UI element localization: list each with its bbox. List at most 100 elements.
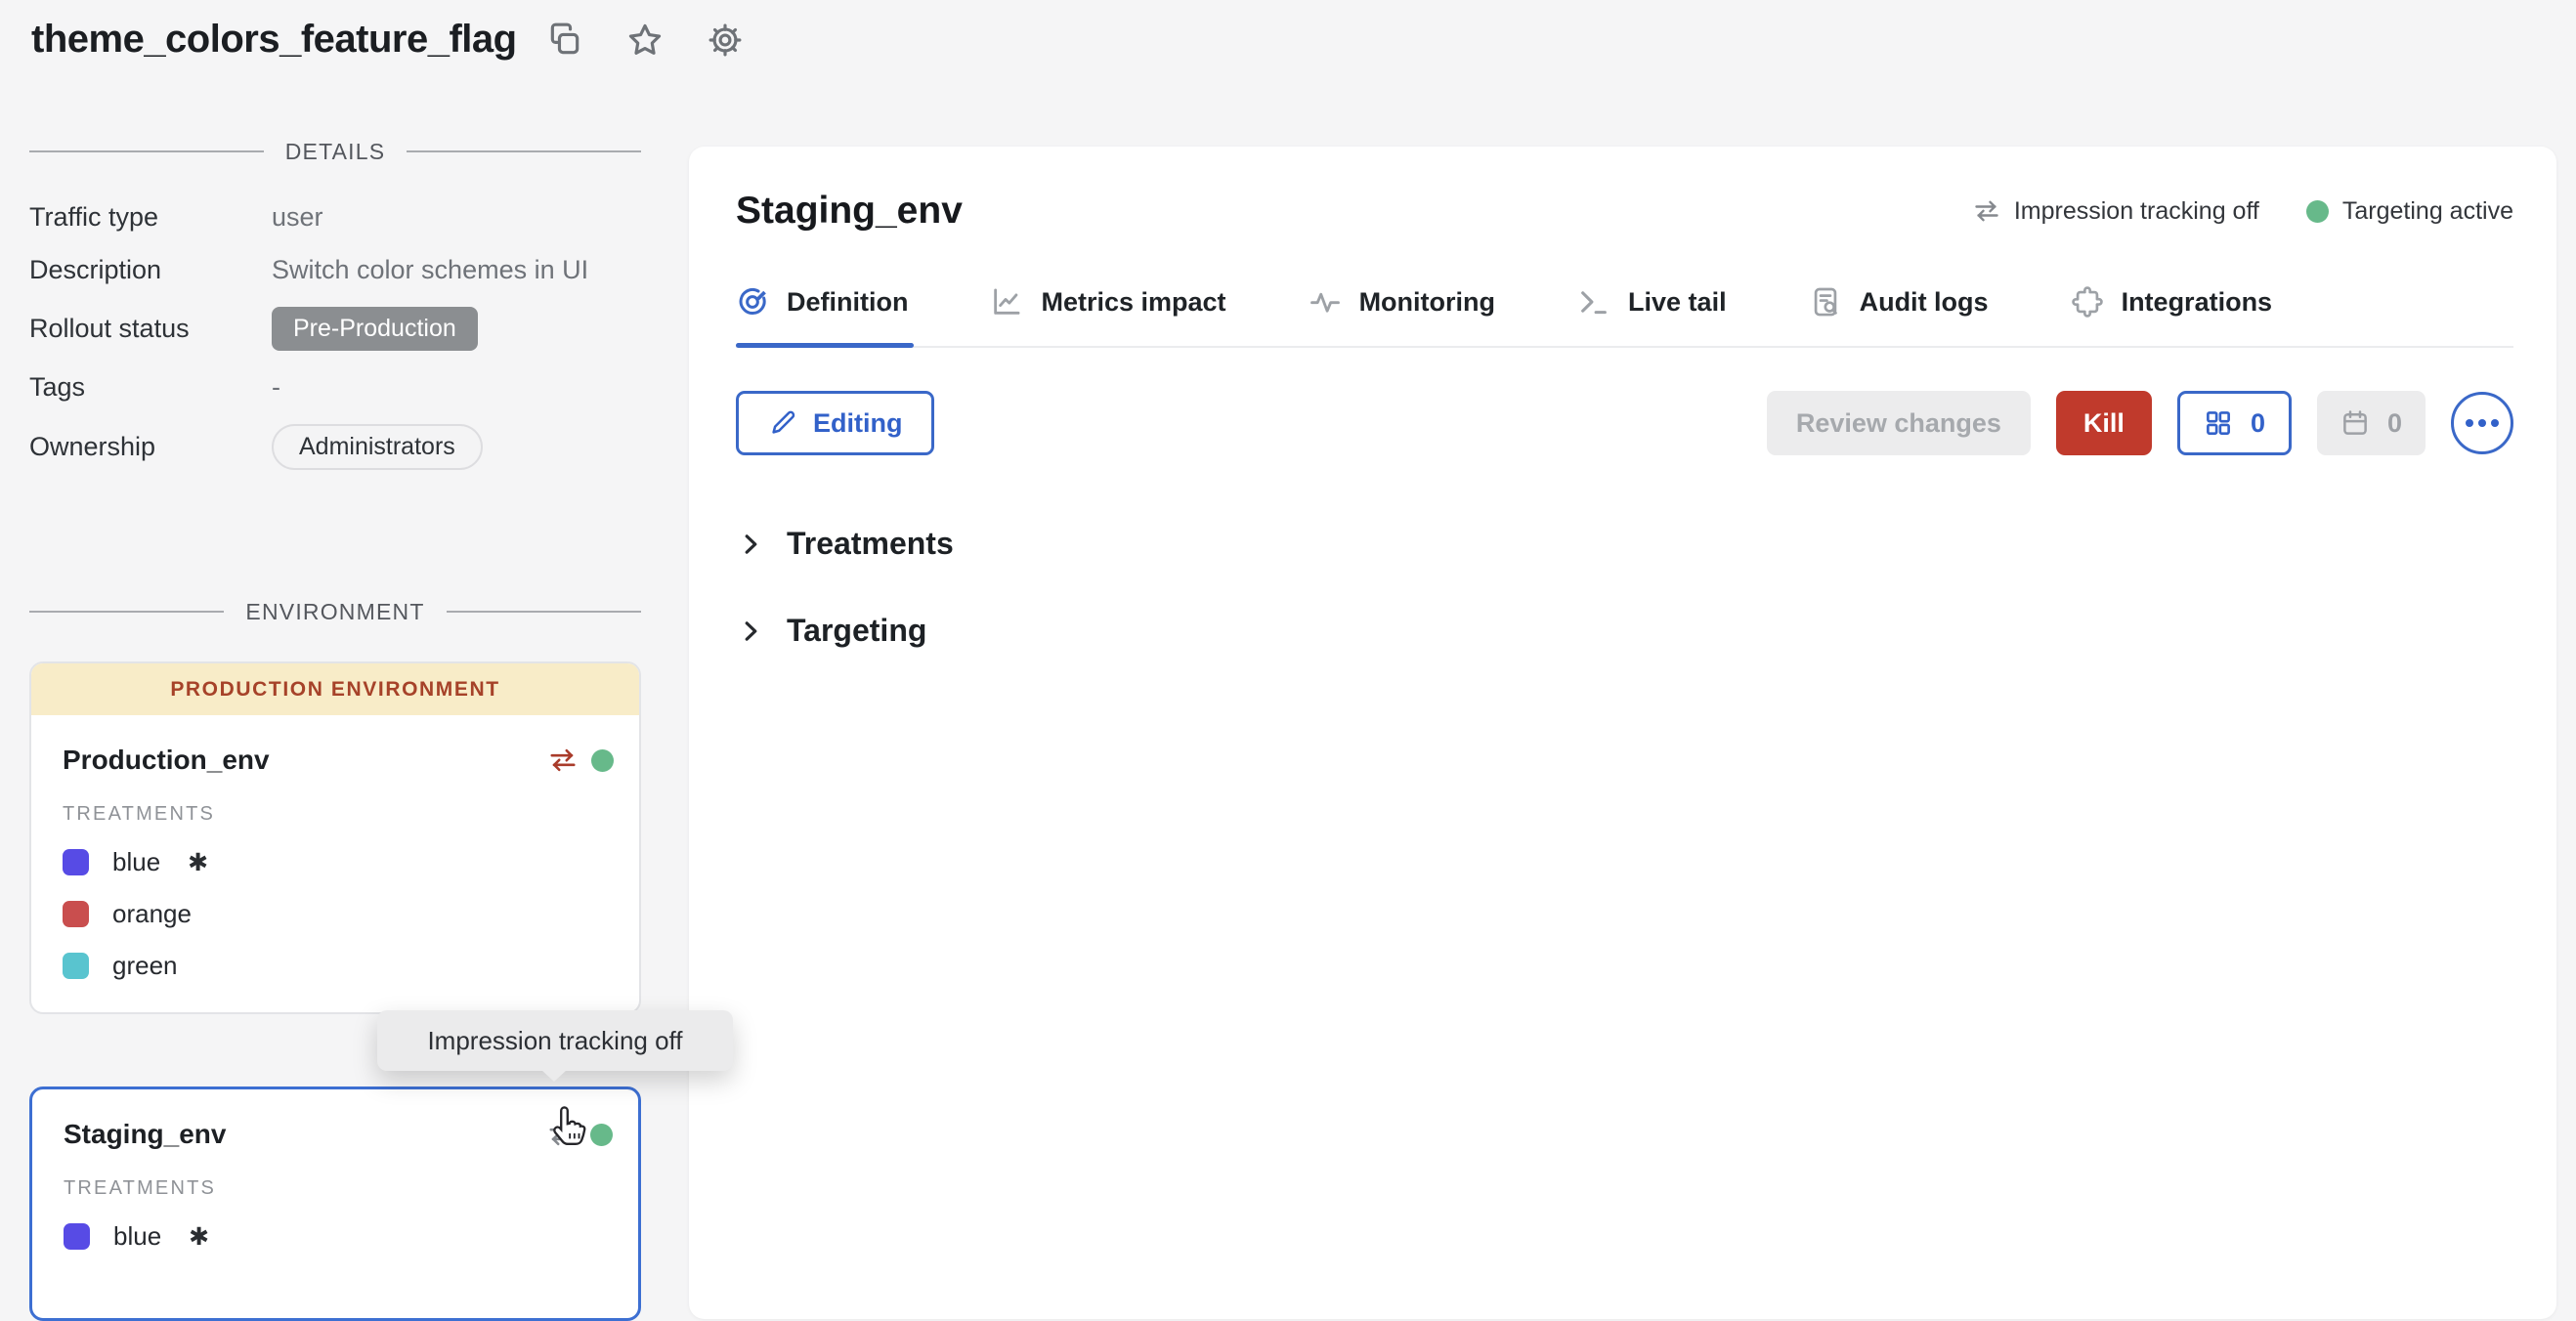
section-label: Targeting xyxy=(787,613,926,649)
targeting-status: Targeting active xyxy=(2306,197,2513,226)
pencil-icon xyxy=(768,408,797,438)
tab-label: Definition xyxy=(787,287,908,318)
detail-value: user xyxy=(272,202,323,233)
chart-icon xyxy=(990,285,1023,319)
impression-status-label: Impression tracking off xyxy=(2014,197,2259,226)
detail-value: - xyxy=(272,372,280,403)
detail-row-rollout-status: Rollout status Pre-Production xyxy=(29,307,641,351)
tab-label: Integrations xyxy=(2122,287,2273,318)
page-header: theme_colors_feature_flag xyxy=(31,18,744,62)
ownership-pill[interactable]: Administrators xyxy=(272,424,483,470)
editing-button[interactable]: Editing xyxy=(736,391,934,455)
tooltip-impression-tracking: Impression tracking off xyxy=(377,1010,733,1071)
document-search-icon xyxy=(1809,285,1842,319)
impression-tracking-status: Impression tracking off xyxy=(1973,197,2259,226)
rollout-status-badge: Pre-Production xyxy=(272,307,478,351)
environment-name: Staging_env xyxy=(64,1119,547,1150)
production-environment-banner: PRODUCTION ENVIRONMENT xyxy=(31,663,639,715)
rules-count-value: 0 xyxy=(2251,408,2265,439)
detail-label: Traffic type xyxy=(29,202,272,233)
review-changes-label: Review changes xyxy=(1796,408,2001,439)
section-treatments[interactable]: Treatments xyxy=(736,526,2513,562)
tab-integrations[interactable]: Integrations xyxy=(2071,285,2273,346)
treatment-swatch xyxy=(63,901,89,927)
review-changes-button[interactable]: Review changes xyxy=(1767,391,2031,455)
impression-tracking-icon[interactable] xyxy=(548,747,578,773)
targeting-status-dot xyxy=(2306,200,2329,223)
toolbar: Editing Review changes Kill 0 xyxy=(736,391,2513,455)
detail-label: Rollout status xyxy=(29,314,272,344)
detail-label: Tags xyxy=(29,372,272,403)
divider xyxy=(29,611,224,613)
tab-audit-logs[interactable]: Audit logs xyxy=(1809,285,1989,346)
gear-icon[interactable] xyxy=(707,21,744,59)
treatment-name: green xyxy=(112,951,178,981)
star-icon[interactable] xyxy=(626,21,664,59)
editing-button-label: Editing xyxy=(813,408,902,439)
treatment-swatch xyxy=(63,849,89,875)
details-heading: DETAILS xyxy=(29,137,641,166)
rules-count-button[interactable]: 0 xyxy=(2177,391,2292,455)
environment-heading: ENVIRONMENT xyxy=(29,597,641,626)
header-icons xyxy=(546,21,744,59)
detail-label: Description xyxy=(29,255,272,285)
treatment-name: blue xyxy=(113,1221,161,1252)
schedule-count-button[interactable]: 0 xyxy=(2317,391,2426,455)
default-treatment-icon: ✱ xyxy=(188,848,208,877)
section-targeting[interactable]: Targeting xyxy=(736,613,2513,649)
treatments-label: TREATMENTS xyxy=(32,1150,638,1200)
environment-heading-label: ENVIRONMENT xyxy=(245,599,424,625)
environment-card-production[interactable]: PRODUCTION ENVIRONMENT Production_env TR… xyxy=(29,661,641,1014)
chevron-right-icon xyxy=(736,617,765,646)
treatment-row-blue: blue ✱ xyxy=(31,847,639,877)
tab-metrics-impact[interactable]: Metrics impact xyxy=(990,285,1225,346)
environment-detail-panel: Staging_env Impression tracking off Targ… xyxy=(689,147,2556,1319)
treatment-row-green: green xyxy=(31,951,639,981)
default-treatment-icon: ✱ xyxy=(189,1222,209,1252)
detail-row-traffic-type: Traffic type user xyxy=(29,201,641,234)
tab-bar: Definition Metrics impact Monitoring Liv… xyxy=(736,285,2513,348)
detail-row-tags: Tags - xyxy=(29,371,641,404)
tab-live-tail[interactable]: Live tail xyxy=(1577,285,1727,346)
calendar-icon xyxy=(2340,408,2370,438)
treatment-swatch xyxy=(63,953,89,979)
ellipsis-icon xyxy=(2491,419,2499,427)
hand-cursor xyxy=(547,1102,596,1151)
detail-value: Switch color schemes in UI xyxy=(272,255,588,285)
impression-tracking-icon xyxy=(1973,199,2000,223)
terminal-icon xyxy=(1577,285,1610,319)
treatment-name: blue xyxy=(112,847,160,877)
divider xyxy=(447,611,641,613)
environment-title: Staging_env xyxy=(736,190,1973,233)
tooltip-text: Impression tracking off xyxy=(427,1026,682,1056)
detail-label: Ownership xyxy=(29,432,272,462)
ellipsis-icon xyxy=(2466,419,2473,427)
treatment-swatch xyxy=(64,1223,90,1250)
detail-row-ownership: Ownership Administrators xyxy=(29,424,641,470)
more-options-button[interactable] xyxy=(2451,392,2513,454)
tab-monitoring[interactable]: Monitoring xyxy=(1309,285,1495,346)
target-pen-icon xyxy=(736,285,769,319)
divider xyxy=(29,150,264,152)
tab-label: Live tail xyxy=(1628,287,1727,318)
targeting-status-label: Targeting active xyxy=(2342,197,2513,226)
treatment-name: orange xyxy=(112,899,192,929)
ellipsis-icon xyxy=(2478,419,2486,427)
puzzle-icon xyxy=(2071,285,2104,319)
tab-definition[interactable]: Definition xyxy=(736,285,908,346)
kill-button[interactable]: Kill xyxy=(2056,391,2152,455)
tab-label: Audit logs xyxy=(1860,287,1989,318)
detail-row-description: Description Switch color schemes in UI xyxy=(29,254,641,286)
environment-name: Production_env xyxy=(63,745,548,776)
page-title: theme_colors_feature_flag xyxy=(31,18,517,62)
treatments-label: TREATMENTS xyxy=(31,776,639,826)
tooltip-caret xyxy=(541,1070,567,1082)
divider xyxy=(407,150,641,152)
tab-label: Monitoring xyxy=(1359,287,1495,318)
tab-label: Metrics impact xyxy=(1041,287,1225,318)
copy-icon[interactable] xyxy=(546,21,583,59)
pulse-icon xyxy=(1309,285,1342,319)
schedule-count-value: 0 xyxy=(2387,408,2402,439)
treatment-row-blue: blue ✱ xyxy=(32,1221,638,1252)
targeting-status-dot xyxy=(591,749,614,772)
